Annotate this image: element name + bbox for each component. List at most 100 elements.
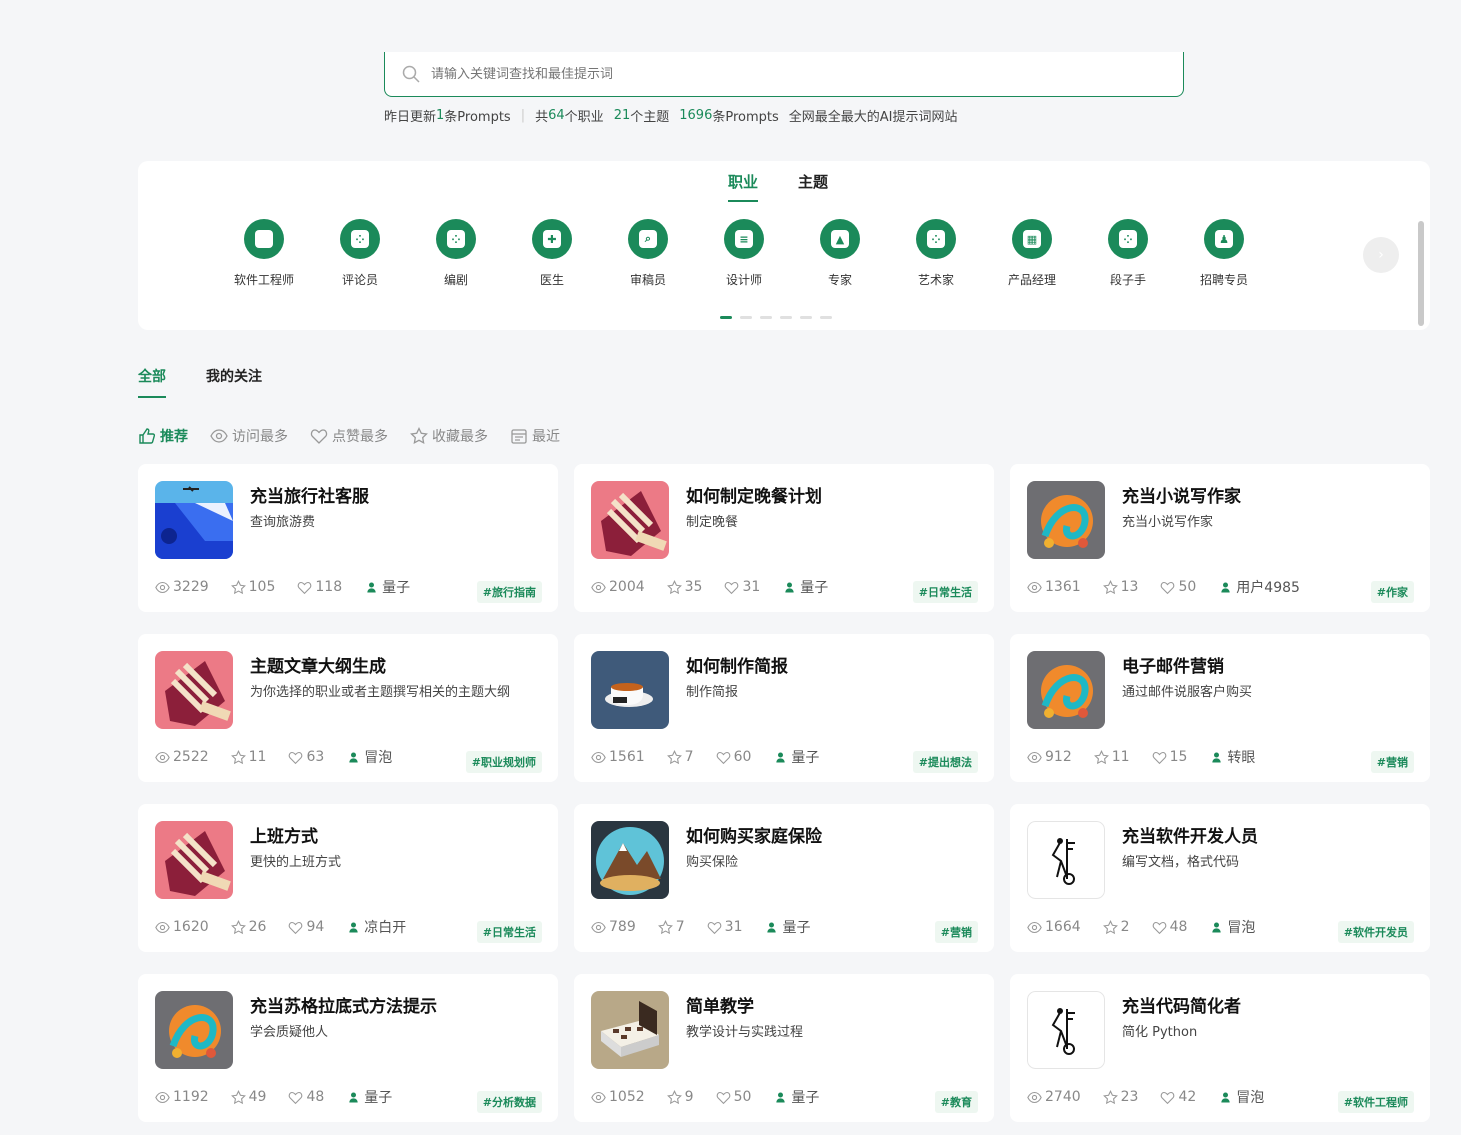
carousel-dot[interactable] [720,316,732,319]
prompt-card[interactable]: 上班方式 更快的上班方式 1620 26 94 凉白开 #日常生活 [138,804,558,952]
card-tag[interactable]: #软件开发员 [1337,921,1414,943]
prompt-card[interactable]: 充当苏格拉底式方法提示 学会质疑他人 1192 49 48 量子 #分析数据 [138,974,558,1122]
carousel-dot[interactable] [760,316,772,319]
author[interactable]: 量子 [782,577,828,597]
category-item[interactable]: ✚ 医生 [504,219,600,288]
carousel-dot[interactable] [800,316,812,319]
author[interactable]: 转眼 [1209,747,1255,767]
favorite-button[interactable]: 2 [1102,919,1130,935]
sort-most-visited[interactable]: 访问最多 [210,426,288,446]
prompt-card[interactable]: 如何制定晚餐计划 制定晚餐 2004 35 31 量子 #日常生活 [574,464,994,612]
sort-most-liked[interactable]: 点赞最多 [310,426,388,446]
card-tag[interactable]: #提出想法 [912,751,978,773]
card-tag[interactable]: #营销 [1370,751,1414,773]
like-button[interactable]: 31 [724,579,760,595]
prompt-card[interactable]: 充当旅行社客服 查询旅游费 3229 105 118 量子 #旅行指南 [138,464,558,612]
scrollbar[interactable] [1418,221,1424,326]
prompt-card[interactable]: 充当软件开发人员 编写文档，格式代码 1664 2 48 冒泡 #软件开发员 [1010,804,1430,952]
carousel-next-button[interactable]: › [1363,237,1399,273]
prompt-card[interactable]: 如何购买家庭保险 购买保险 789 7 31 量子 #营销 [574,804,994,952]
author[interactable]: 量子 [773,1087,819,1107]
favorite-button[interactable]: 35 [666,579,702,595]
like-button[interactable]: 48 [288,1089,324,1105]
favorite-button[interactable]: 105 [230,579,275,595]
favorite-button[interactable]: 7 [666,749,694,765]
favorite-button[interactable]: 13 [1102,579,1138,595]
favorite-button[interactable]: 7 [657,919,685,935]
author[interactable]: 量子 [764,917,810,937]
favorite-button[interactable]: 49 [230,1089,266,1105]
category-item[interactable]: ⁘ 段子手 [1080,219,1176,288]
favorite-button[interactable]: 11 [1093,749,1130,765]
like-button[interactable]: 31 [707,919,742,935]
card-tag[interactable]: #软件工程师 [1337,1091,1414,1113]
like-button[interactable]: 63 [288,749,324,765]
author[interactable]: 冒泡 [1209,917,1255,937]
author[interactable]: 用户4985 [1218,577,1300,597]
prompt-card[interactable]: 充当代码简化者 简化 Python 2740 23 42 冒泡 #软件工程师 [1010,974,1430,1122]
tab-jobs[interactable]: 职业 [728,171,759,202]
like-button[interactable]: 94 [288,919,324,935]
tab-following[interactable]: 我的关注 [206,366,262,398]
category-item[interactable]: ⁘ 艺术家 [888,219,984,288]
category-item[interactable]: ▦ 产品经理 [984,219,1080,288]
author[interactable]: 量子 [346,1087,392,1107]
like-button[interactable]: 48 [1152,919,1187,935]
card-tag[interactable]: #职业规划师 [465,751,542,773]
sort-recommended[interactable]: 推荐 [138,426,188,446]
sort-recent[interactable]: 最近 [510,426,560,446]
category-item[interactable]: ♟ 招聘专员 [1176,219,1272,288]
card-tag[interactable]: #分析数据 [476,1091,542,1113]
prompt-card[interactable]: 如何制作简报 制作简报 1561 7 60 量子 #提出想法 [574,634,994,782]
like-button[interactable]: 118 [297,579,342,595]
category-item[interactable]: ⌕ 审稿员 [600,219,696,288]
category-item[interactable]: ≡ 设计师 [696,219,792,288]
card-title[interactable]: 如何购买家庭保险 [686,822,822,847]
like-button[interactable]: 50 [1160,579,1196,595]
author[interactable]: 量子 [364,577,410,597]
favorite-button[interactable]: 9 [666,1089,694,1105]
author[interactable]: 量子 [773,747,819,767]
author[interactable]: 冒泡 [346,747,392,767]
card-tag[interactable]: #作家 [1370,581,1414,603]
category-item[interactable]: ⁘ 评论员 [312,219,408,288]
card-title[interactable]: 充当旅行社客服 [250,482,369,507]
card-title[interactable]: 简单教学 [686,992,754,1017]
card-title[interactable]: 如何制定晚餐计划 [686,482,822,507]
card-title[interactable]: 上班方式 [250,822,318,847]
card-tag[interactable]: #日常生活 [912,581,978,603]
carousel-dot[interactable] [780,316,792,319]
like-button[interactable]: 15 [1152,749,1187,765]
prompt-card[interactable]: 简单教学 教学设计与实践过程 1052 9 50 量子 #教育 [574,974,994,1122]
card-title[interactable]: 电子邮件营销 [1122,652,1224,677]
author[interactable]: 凉白开 [346,917,406,937]
card-tag[interactable]: #旅行指南 [476,581,542,603]
tab-all[interactable]: 全部 [138,366,166,398]
prompt-card[interactable]: 充当小说写作家 充当小说写作家 1361 13 50 用户4985 #作家 [1010,464,1430,612]
sort-most-favorited[interactable]: 收藏最多 [410,426,488,446]
category-item[interactable]: ▲ 专家 [792,219,888,288]
card-tag[interactable]: #营销 [934,921,978,943]
category-item[interactable]: 软件工程师 [216,219,312,288]
search-input[interactable] [431,66,1131,82]
favorite-button[interactable]: 23 [1102,1089,1138,1105]
favorite-button[interactable]: 11 [230,749,266,765]
card-title[interactable]: 充当代码简化者 [1122,992,1241,1017]
card-title[interactable]: 充当软件开发人员 [1122,822,1258,847]
like-button[interactable]: 60 [716,749,751,765]
card-title[interactable]: 充当小说写作家 [1122,482,1241,507]
card-tag[interactable]: #教育 [934,1091,978,1113]
card-title[interactable]: 如何制作简报 [686,652,788,677]
carousel-dot[interactable] [820,316,832,319]
card-tag[interactable]: #日常生活 [476,921,542,943]
carousel-dot[interactable] [740,316,752,319]
like-button[interactable]: 42 [1160,1089,1196,1105]
favorite-button[interactable]: 26 [230,919,266,935]
card-title[interactable]: 充当苏格拉底式方法提示 [250,992,437,1017]
tab-themes[interactable]: 主题 [798,171,828,202]
prompt-card[interactable]: 主题文章大纲生成 为你选择的职业或者主题撰写相关的主题大纲 2522 11 63… [138,634,558,782]
card-title[interactable]: 主题文章大纲生成 [250,652,386,677]
prompt-card[interactable]: 电子邮件营销 通过邮件说服客户购买 912 11 15 转眼 #营销 [1010,634,1430,782]
like-button[interactable]: 50 [716,1089,751,1105]
category-item[interactable]: ⁘ 编剧 [408,219,504,288]
